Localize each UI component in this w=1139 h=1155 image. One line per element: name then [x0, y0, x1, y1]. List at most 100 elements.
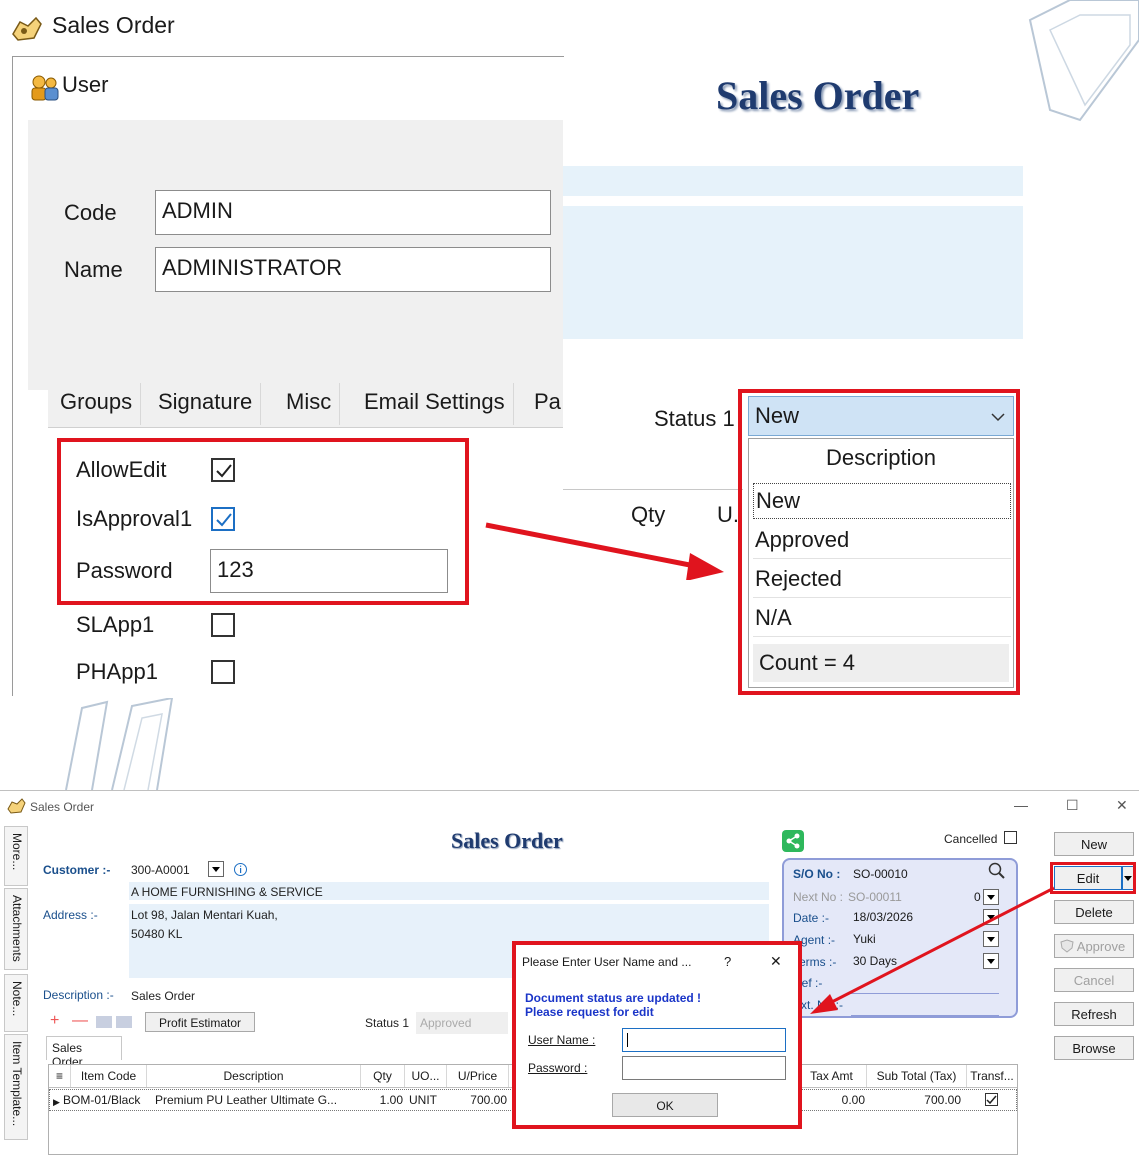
so-no-label: S/O No :: [793, 867, 841, 881]
tab-misc[interactable]: Misc: [278, 383, 341, 425]
user-panel-title: User: [62, 72, 109, 97]
tab-item-template[interactable]: Item Template...: [4, 1034, 28, 1140]
tab-signature[interactable]: Signature: [150, 383, 262, 425]
phapp1-checkbox[interactable]: [211, 660, 235, 684]
cancelled-checkbox[interactable]: [1004, 831, 1017, 844]
new-button[interactable]: New: [1054, 832, 1134, 856]
cell-item-code[interactable]: BOM-01/Black: [63, 1090, 140, 1110]
address-line2: 50480 KL: [131, 927, 183, 941]
dialog-title: Please Enter User Name and ...: [522, 955, 692, 969]
slapp1-label: SLApp1: [76, 612, 155, 637]
browse-button[interactable]: Browse: [1054, 1036, 1134, 1060]
search-icon[interactable]: [988, 862, 1006, 880]
address-label: Address :-: [43, 908, 98, 922]
share-icon[interactable]: [782, 830, 804, 852]
edit-login-dialog: Please Enter User Name and ... ? ✕ Docum…: [512, 941, 802, 1129]
watermark-logo: [65, 698, 174, 790]
grid-menu-icon[interactable]: ≡: [49, 1065, 71, 1087]
tab-pa[interactable]: Pa: [526, 383, 569, 425]
item-toolbar: + —: [48, 1012, 138, 1032]
col-description[interactable]: Description: [147, 1065, 361, 1087]
col-item-code[interactable]: Item Code: [71, 1065, 147, 1087]
text-cursor: [627, 1033, 628, 1047]
password-input[interactable]: [622, 1056, 786, 1080]
dialog-message-1: Document status are updated !: [525, 991, 702, 1005]
dialog-message-2: Please request for edit: [525, 1005, 654, 1019]
grid-header-line: [563, 489, 743, 490]
row-indicator-icon: ▶: [53, 1097, 60, 1107]
refresh-button[interactable]: Refresh: [1054, 1002, 1134, 1026]
user-icon: [31, 75, 59, 101]
status-label: Status 1: [365, 1016, 410, 1030]
watermark-logo: [1028, 0, 1139, 122]
customer-dropdown-button[interactable]: [208, 861, 224, 877]
close-button[interactable]: ✕: [1116, 797, 1128, 814]
sales-order-banner: Sales Order: [716, 73, 920, 118]
description-value[interactable]: Sales Order: [131, 989, 195, 1003]
tab-note[interactable]: Note...: [4, 974, 28, 1032]
name-field[interactable]: ADMINISTRATOR: [155, 247, 551, 292]
move-down-icon[interactable]: [116, 1016, 132, 1028]
col-transferable[interactable]: Transf...: [967, 1065, 1017, 1087]
customer-code[interactable]: 300-A0001: [131, 863, 190, 877]
check-icon: [986, 1095, 997, 1105]
tab-more[interactable]: More...: [4, 826, 28, 886]
code-field[interactable]: ADMIN: [155, 190, 551, 235]
cancel-button[interactable]: Cancel: [1054, 968, 1134, 992]
profit-estimator-button[interactable]: Profit Estimator: [145, 1012, 255, 1032]
status-field[interactable]: Approved: [416, 1012, 508, 1034]
cell-qty[interactable]: 1.00: [367, 1090, 403, 1110]
highlight-status-dropdown: [738, 389, 1020, 695]
blue-strip: [563, 166, 1023, 196]
status-label: Status 1: [654, 406, 735, 431]
ok-button[interactable]: OK: [612, 1093, 718, 1117]
username-input[interactable]: [622, 1028, 786, 1052]
cancelled-label: Cancelled: [944, 832, 998, 846]
highlight-user-fields: [57, 438, 469, 605]
slapp1-checkbox[interactable]: [211, 613, 235, 637]
arrow-icon: [810, 886, 1055, 1014]
maximize-button[interactable]: ☐: [1066, 797, 1079, 814]
highlight-edit-button: [1050, 862, 1136, 894]
so-no-value[interactable]: SO-00010: [853, 867, 908, 881]
remove-row-icon[interactable]: —: [72, 1012, 88, 1030]
cell-sub-total[interactable]: 700.00: [871, 1090, 961, 1110]
cell-transferable-checkbox[interactable]: [985, 1093, 998, 1106]
col-sub-total[interactable]: Sub Total (Tax): [867, 1065, 967, 1087]
col-tax-amt[interactable]: Tax Amt: [797, 1065, 867, 1087]
cell-description[interactable]: Premium PU Leather Ultimate G...: [155, 1090, 359, 1110]
shield-icon: [1060, 939, 1074, 953]
customer-label: Customer :-: [43, 863, 111, 877]
customer-name: A HOME FURNISHING & SERVICE: [131, 885, 323, 899]
move-up-icon[interactable]: [96, 1016, 112, 1028]
password-label: Password :: [528, 1061, 588, 1075]
code-label: Code: [64, 200, 117, 225]
col-uom[interactable]: UO...: [405, 1065, 447, 1087]
blue-strip: [563, 206, 1023, 339]
phapp1-label: PHApp1: [76, 659, 158, 684]
col-uprice[interactable]: U/Price: [447, 1065, 509, 1087]
info-icon[interactable]: [233, 862, 248, 877]
tab-attachments[interactable]: Attachments: [4, 888, 28, 970]
dialog-close-button[interactable]: ✕: [770, 953, 782, 970]
sales-order-icon: [7, 798, 26, 814]
description-label: Description :-: [43, 988, 114, 1002]
add-row-icon[interactable]: +: [50, 1012, 59, 1030]
minimize-button[interactable]: —: [1014, 797, 1028, 813]
window-title: Sales Order: [52, 12, 175, 38]
delete-button[interactable]: Delete: [1054, 900, 1134, 924]
cell-tax-amt[interactable]: 0.00: [801, 1090, 865, 1110]
cell-uprice[interactable]: 700.00: [453, 1090, 507, 1110]
col-qty[interactable]: Qty: [361, 1065, 405, 1087]
sales-order-banner: Sales Order: [451, 828, 563, 853]
tab-groups[interactable]: Groups: [52, 383, 142, 425]
tab-sales-order[interactable]: Sales Order: [46, 1036, 122, 1069]
user-settings-illustration: Sales Order User Code ADMIN Name ADMINIS…: [0, 0, 1139, 700]
username-label: User Name :: [528, 1033, 596, 1047]
tab-email-settings[interactable]: Email Settings: [356, 383, 514, 425]
help-icon[interactable]: ?: [724, 954, 731, 969]
arrow-icon: [485, 522, 724, 580]
address-line1: Lot 98, Jalan Mentari Kuah,: [131, 908, 278, 922]
name-label: Name: [64, 257, 123, 282]
cell-uom[interactable]: UNIT: [409, 1090, 437, 1110]
